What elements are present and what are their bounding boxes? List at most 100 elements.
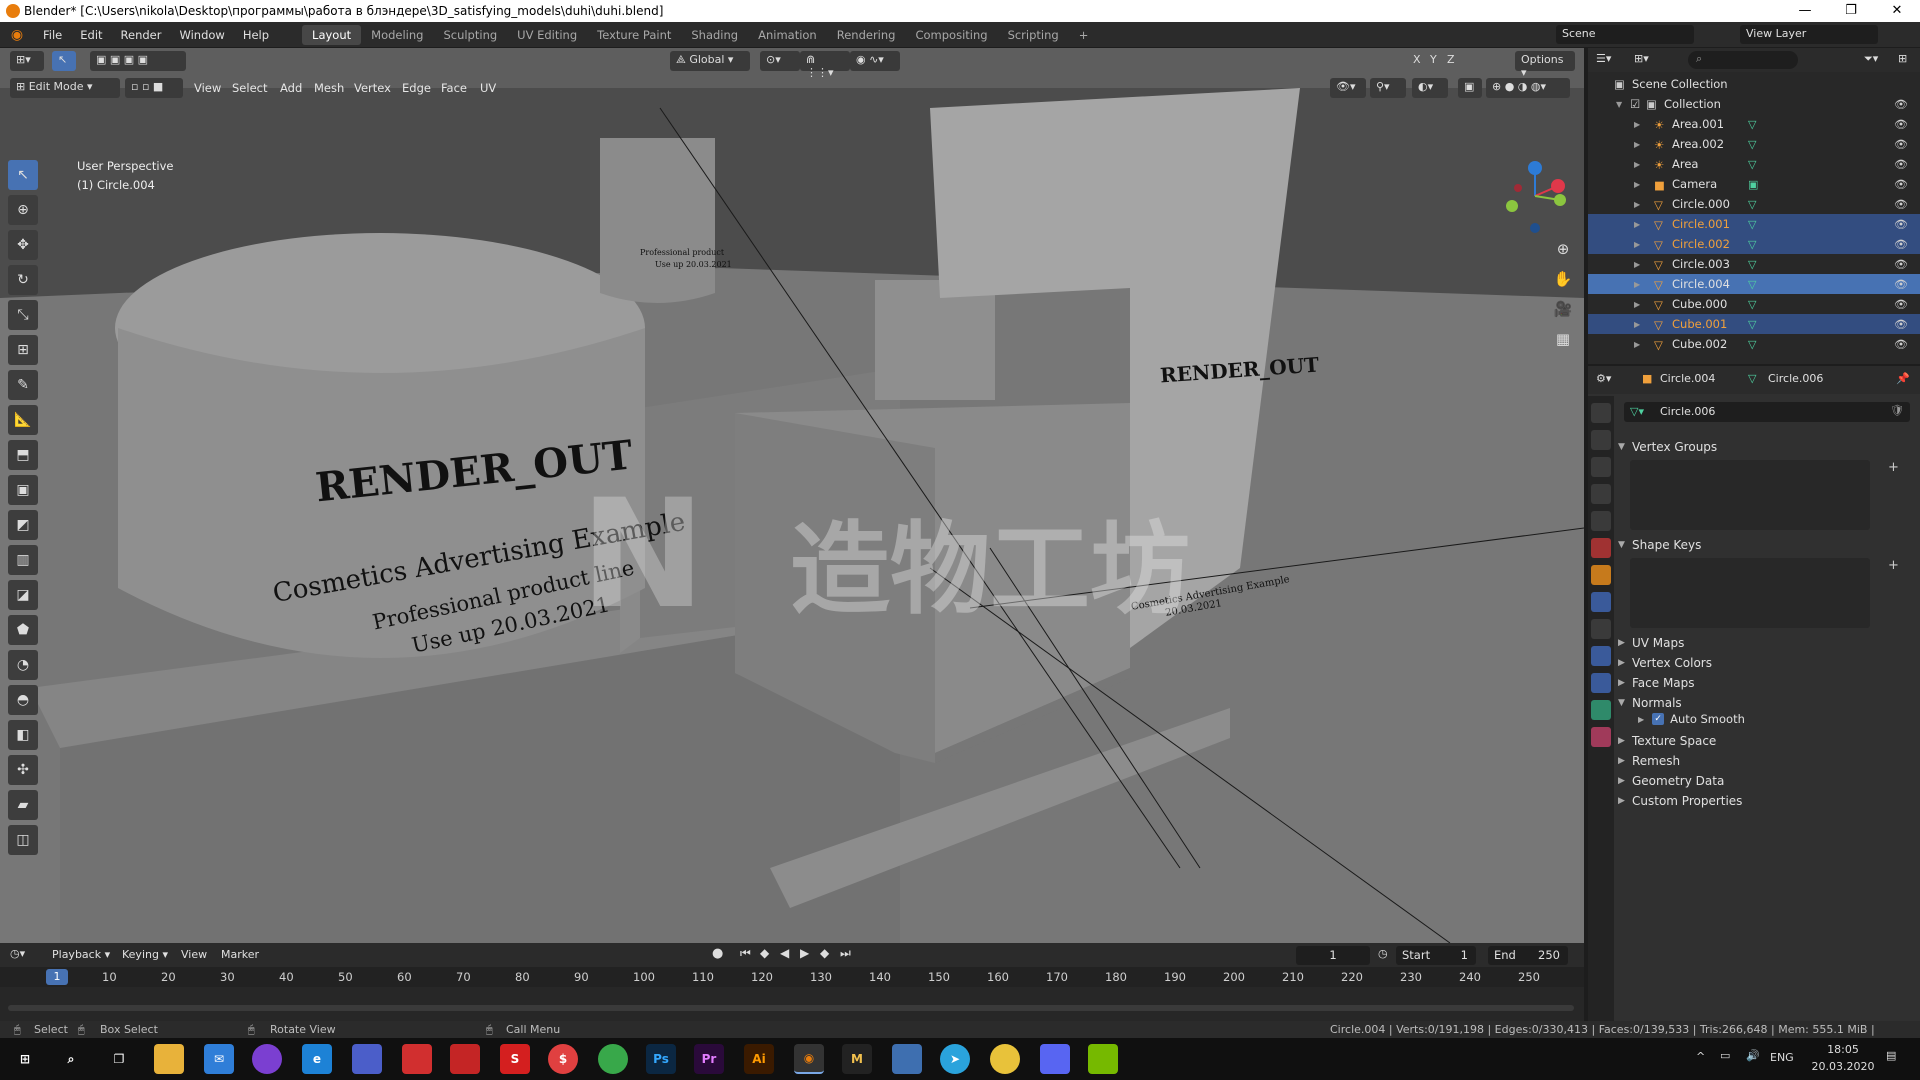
view-layer-tab-icon[interactable] <box>1591 484 1611 504</box>
mesh-data-icon[interactable]: ▽ <box>1748 238 1760 251</box>
editor-type-icon[interactable]: ⊞▾ <box>10 51 44 71</box>
app-dollar-icon[interactable]: $ <box>548 1044 578 1074</box>
visibility-eye-icon[interactable]: 👁 <box>1894 258 1908 271</box>
menu-file[interactable]: File <box>34 28 71 42</box>
add-item-icon[interactable]: + <box>1888 558 1899 573</box>
photoshop-icon[interactable]: Ps <box>646 1044 676 1074</box>
output-tab-icon[interactable] <box>1591 457 1611 477</box>
minimize-button[interactable]: — <box>1782 0 1828 22</box>
vp-menu-view[interactable]: View <box>194 81 221 95</box>
knife-tool-icon[interactable]: ◪ <box>8 580 38 610</box>
mesh-data-icon[interactable]: ▽ <box>1748 278 1760 291</box>
end-frame-field[interactable]: End 250 <box>1488 946 1568 965</box>
timeline-keyframe-area[interactable] <box>0 987 1584 1023</box>
proportional-edit-toggle[interactable]: ◉ ∿▾ <box>850 51 900 71</box>
panel-section-header[interactable]: ▶ Remesh <box>1618 750 1918 772</box>
visibility-eye-icon[interactable]: 👁 <box>1894 238 1908 251</box>
outliner-item[interactable]: ▶ ☀ Area.002 ▽ 👁 <box>1588 134 1920 154</box>
visibility-dropdown[interactable]: 👁▾ <box>1330 78 1366 98</box>
record-icon[interactable]: ● <box>712 946 723 961</box>
filter-icon[interactable]: ⏷▾ <box>1864 52 1878 66</box>
visibility-eye-icon[interactable]: 👁 <box>1894 158 1908 171</box>
menu-edit[interactable]: Edit <box>71 28 111 42</box>
perspective-toggle-icon[interactable]: ▦ <box>1550 330 1576 348</box>
shrink-fatten-tool-icon[interactable]: ✣ <box>8 755 38 785</box>
select-tool-icon[interactable]: ↖ <box>52 51 76 71</box>
auto-smooth-checkbox[interactable]: ✓ <box>1652 713 1665 725</box>
next-keyframe-icon[interactable]: ◆ <box>820 946 829 960</box>
camera-data-icon[interactable]: ▣ <box>1748 178 1760 191</box>
tab-rendering[interactable]: Rendering <box>827 25 906 45</box>
outliner-item[interactable]: ▶ ▽ Cube.002 ▽ 👁 <box>1588 334 1920 354</box>
start-frame-field[interactable]: Start 1 <box>1396 946 1476 965</box>
camera-view-icon[interactable]: 🎥 <box>1550 300 1576 318</box>
vp-menu-select[interactable]: Select <box>232 81 267 95</box>
vp-menu-edge[interactable]: Edge <box>402 81 431 95</box>
shading-mode-buttons[interactable]: ⊕ ● ◑ ◍▾ <box>1486 78 1570 98</box>
menu-help[interactable]: Help <box>234 28 278 42</box>
notification-icon[interactable]: ▤ <box>1886 1049 1896 1062</box>
clock-date[interactable]: 20.03.2020 <box>1808 1060 1878 1073</box>
spin-tool-icon[interactable]: ◔ <box>8 650 38 680</box>
timeline-ruler[interactable]: 1 10 20 30 40 50 60 70 80 90 100 110 120 130 140 150 16… <box>0 967 1584 987</box>
rip-tool-icon[interactable]: ◫ <box>8 825 38 855</box>
outliner-item[interactable]: ▶ ☀ Area ▽ 👁 <box>1588 154 1920 174</box>
add-workspace-icon[interactable]: + <box>1069 25 1099 45</box>
mail-icon[interactable]: ✉ <box>204 1044 234 1074</box>
outliner-item[interactable]: ▶ ▽ Circle.004 ▽ 👁 <box>1588 274 1920 294</box>
transform-tool-icon[interactable]: ⊞ <box>8 335 38 365</box>
pivot-dropdown[interactable]: ⊙▾ <box>760 51 800 71</box>
outliner-item[interactable]: ▶ ▽ Circle.002 ▽ 👁 <box>1588 234 1920 254</box>
tl-menu-playback[interactable]: Playback ▾ <box>52 948 110 961</box>
app-cube-icon[interactable] <box>352 1044 382 1074</box>
outliner-scene-collection[interactable]: ▣ Scene Collection <box>1588 74 1920 94</box>
search-icon[interactable]: ⌕ <box>56 1044 86 1074</box>
particles-tab-icon[interactable] <box>1591 619 1611 639</box>
axis-z-toggle[interactable]: Z <box>1447 51 1461 71</box>
visibility-eye-icon[interactable]: 👁 <box>1894 198 1908 211</box>
light-data-icon[interactable]: ▽ <box>1748 158 1760 171</box>
mesh-data-icon[interactable]: ▽ <box>1748 318 1760 331</box>
telegram-icon[interactable]: ➤ <box>940 1044 970 1074</box>
mesh-data-icon[interactable]: ▽ <box>1748 258 1760 271</box>
visibility-eye-icon[interactable]: 👁 <box>1894 278 1908 291</box>
maximize-button[interactable]: ❐ <box>1828 0 1874 22</box>
navigation-gizmo[interactable] <box>1500 156 1570 236</box>
app-m-icon[interactable]: M <box>842 1044 872 1074</box>
tab-scripting[interactable]: Scripting <box>998 25 1069 45</box>
zoom-icon[interactable]: ⊕ <box>1550 240 1576 258</box>
language-indicator[interactable]: ENG <box>1770 1051 1794 1064</box>
options-dropdown[interactable]: Options ▾ <box>1515 51 1575 79</box>
mode-dropdown[interactable]: ⊞ Edit Mode ▾ <box>10 78 120 98</box>
3d-viewport[interactable]: RENDER_OUT Cosmetics Advertising Example… <box>0 48 1584 943</box>
windows-start-icon[interactable]: ⊞ <box>10 1044 40 1074</box>
mesh-data-icon[interactable]: ▽ <box>1748 298 1760 311</box>
media-player-icon[interactable] <box>252 1044 282 1074</box>
expand-icon[interactable]: ▶ <box>1634 260 1640 269</box>
tab-layout[interactable]: Layout <box>302 24 362 45</box>
preview-range-icon[interactable]: ◷ <box>1378 947 1388 960</box>
app-green-icon[interactable] <box>598 1044 628 1074</box>
panel-section-header[interactable]: ▼ Shape Keys <box>1618 534 1918 556</box>
visibility-eye-icon[interactable]: 👁 <box>1894 318 1908 331</box>
smooth-tool-icon[interactable]: ◓ <box>8 685 38 715</box>
close-button[interactable]: ✕ <box>1874 0 1920 22</box>
new-collection-icon[interactable]: ⊞ <box>1898 52 1907 65</box>
light-data-icon[interactable]: ▽ <box>1748 118 1760 131</box>
outliner-item[interactable]: ▶ ▽ Circle.003 ▽ 👁 <box>1588 254 1920 274</box>
expand-icon[interactable]: ▶ <box>1634 220 1640 229</box>
display-mode-icon[interactable]: ⊞▾ <box>1634 52 1649 65</box>
collection-expand-icon[interactable]: ▼ <box>1616 100 1622 109</box>
move-tool-icon[interactable]: ✥ <box>8 230 38 260</box>
premiere-icon[interactable]: Pr <box>694 1044 724 1074</box>
tab-compositing[interactable]: Compositing <box>905 25 997 45</box>
xray-toggle[interactable]: ▣ <box>1458 78 1482 98</box>
constraints-tab-icon[interactable] <box>1591 673 1611 693</box>
playhead[interactable]: 1 <box>46 969 68 985</box>
mesh-data-icon[interactable]: ▽ <box>1748 218 1760 231</box>
play-reverse-icon[interactable]: ◀ <box>780 946 789 960</box>
outliner-item[interactable]: ▶ ▽ Cube.001 ▽ 👁 <box>1588 314 1920 334</box>
acrobat-icon[interactable] <box>450 1044 480 1074</box>
discord-icon[interactable] <box>1040 1044 1070 1074</box>
menu-render[interactable]: Render <box>112 28 171 42</box>
